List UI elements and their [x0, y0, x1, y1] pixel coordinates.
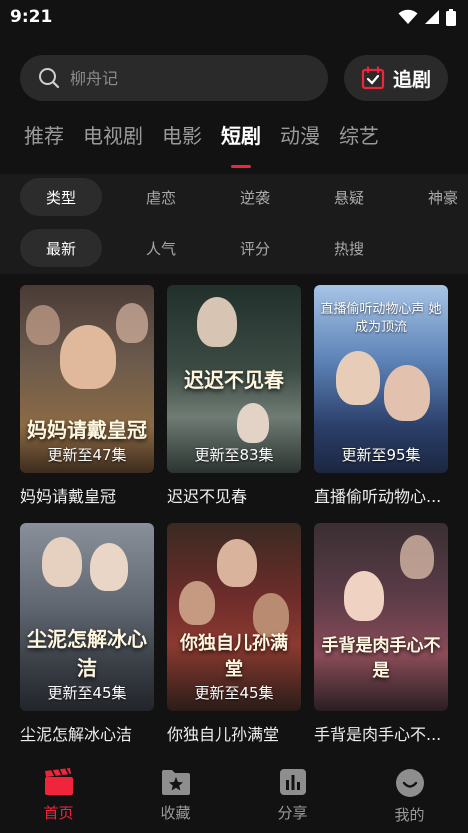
nav-favorites[interactable]: 收藏: [117, 762, 234, 833]
episode-badge: 更新至83集: [194, 446, 274, 464]
drama-poster[interactable]: 你独自儿孙满堂 更新至45集: [167, 523, 301, 711]
episode-badge: 更新至45集: [47, 684, 127, 702]
poster-figure: [400, 535, 434, 579]
drama-title[interactable]: 手背是肉手心不...: [314, 721, 448, 747]
tab-short-drama[interactable]: 短剧: [221, 120, 261, 160]
search-input[interactable]: [70, 68, 290, 88]
sort-trending[interactable]: 热搜: [302, 229, 396, 267]
poster-title-art: 妈妈请戴皇冠: [27, 418, 147, 442]
star-folder-icon: [161, 770, 190, 795]
sort-popular[interactable]: 人气: [114, 229, 208, 267]
drama-poster[interactable]: 直播偷听动物心声 她成为顶流 更新至95集: [314, 285, 448, 473]
wifi-icon: [398, 9, 418, 24]
drama-card[interactable]: 直播偷听动物心声 她成为顶流 更新至95集 直播偷听动物心...: [314, 285, 448, 509]
poster-figure: [60, 325, 116, 389]
drama-grid: 妈妈请戴皇冠 更新至47集 妈妈请戴皇冠 迟迟不见春 更新至83集 迟迟不见春 …: [20, 285, 450, 747]
poster-figure: [179, 581, 215, 625]
drama-title[interactable]: 你独自儿孙满堂: [167, 721, 301, 747]
follow-drama-button[interactable]: 追剧: [344, 55, 448, 101]
poster-figure: [116, 303, 148, 343]
clapperboard-icon: [44, 768, 73, 795]
sort-filter-row: 最新 人气 评分 热搜: [20, 229, 396, 267]
sort-latest[interactable]: 最新: [20, 229, 102, 267]
status-icons: [398, 8, 456, 26]
drama-poster[interactable]: 迟迟不见春 更新至83集: [167, 285, 301, 473]
nav-home[interactable]: 首页: [0, 762, 117, 833]
drama-card[interactable]: 手背是肉手心不是 手背是肉手心不...: [314, 523, 448, 747]
search-box[interactable]: [20, 55, 328, 101]
nav-favorites-label: 收藏: [160, 804, 191, 822]
battery-icon: [446, 8, 456, 26]
genre-filter-row: 类型 虐恋 逆袭 悬疑 神豪: [20, 178, 468, 216]
drama-poster[interactable]: 尘泥怎解冰心洁 更新至45集: [20, 523, 154, 711]
category-tabs: 推荐 电视剧 电影 短剧 动漫 综艺: [24, 120, 379, 160]
tab-variety[interactable]: 综艺: [339, 120, 379, 160]
poster-title-art: 迟迟不见春: [184, 368, 284, 392]
tab-recommend[interactable]: 推荐: [24, 120, 64, 160]
smile-face-icon: [395, 769, 424, 797]
tab-anime[interactable]: 动漫: [280, 120, 320, 160]
poster-figure: [384, 365, 430, 421]
status-time: 9:21: [10, 7, 53, 27]
episode-badge: 更新至45集: [194, 684, 274, 702]
drama-title[interactable]: 直播偷听动物心...: [314, 483, 448, 509]
poster-title-art: 直播偷听动物心声 她成为顶流: [320, 302, 442, 335]
nav-profile[interactable]: 我的: [351, 762, 468, 833]
status-bar: 9:21: [0, 0, 468, 34]
episode-badge: 更新至47集: [47, 446, 127, 464]
drama-card[interactable]: 你独自儿孙满堂 更新至45集 你独自儿孙满堂: [167, 523, 301, 747]
poster-title-art: 你独自儿孙满堂: [180, 633, 288, 680]
bottom-nav: 首页 收藏 分享 我的: [0, 762, 468, 833]
cellular-signal-icon: [425, 10, 439, 24]
tab-movie[interactable]: 电影: [162, 120, 202, 160]
bar-chart-icon: [279, 769, 306, 795]
drama-title[interactable]: 迟迟不见春: [167, 483, 301, 509]
filter-panel: 类型 虐恋 逆袭 悬疑 神豪 最新 人气 评分 热搜: [0, 174, 468, 274]
nav-home-label: 首页: [43, 804, 74, 822]
filter-tycoon[interactable]: 神豪: [396, 178, 468, 216]
poster-figure: [197, 297, 237, 347]
search-icon: [39, 68, 60, 89]
poster-figure: [42, 537, 82, 587]
filter-suspense[interactable]: 悬疑: [302, 178, 396, 216]
drama-poster[interactable]: 手背是肉手心不是: [314, 523, 448, 711]
top-bar: 追剧: [20, 55, 448, 101]
drama-poster[interactable]: 妈妈请戴皇冠 更新至47集: [20, 285, 154, 473]
poster-figure: [26, 305, 60, 345]
poster-figure: [336, 351, 380, 405]
follow-drama-label: 追剧: [392, 68, 431, 91]
drama-title[interactable]: 妈妈请戴皇冠: [20, 483, 154, 509]
episode-badge: 更新至95集: [341, 446, 421, 464]
calendar-check-icon: [361, 66, 385, 90]
poster-title-art: 尘泥怎解冰心洁: [27, 627, 147, 680]
nav-share[interactable]: 分享: [234, 762, 351, 833]
nav-share-label: 分享: [277, 804, 308, 822]
filter-comeback[interactable]: 逆袭: [208, 178, 302, 216]
drama-card[interactable]: 尘泥怎解冰心洁 更新至45集 尘泥怎解冰心洁: [20, 523, 154, 747]
poster-figure: [344, 571, 384, 621]
poster-title-art: 手背是肉手心不是: [321, 636, 441, 681]
filter-romance[interactable]: 虐恋: [114, 178, 208, 216]
drama-title[interactable]: 尘泥怎解冰心洁: [20, 721, 154, 747]
drama-card[interactable]: 妈妈请戴皇冠 更新至47集 妈妈请戴皇冠: [20, 285, 154, 509]
poster-figure: [217, 539, 257, 587]
filter-genre[interactable]: 类型: [20, 178, 102, 216]
drama-card[interactable]: 迟迟不见春 更新至83集 迟迟不见春: [167, 285, 301, 509]
poster-figure: [90, 543, 128, 591]
poster-figure: [237, 403, 269, 443]
nav-profile-label: 我的: [394, 806, 425, 824]
tab-tv-series[interactable]: 电视剧: [83, 120, 143, 160]
sort-rating[interactable]: 评分: [208, 229, 302, 267]
